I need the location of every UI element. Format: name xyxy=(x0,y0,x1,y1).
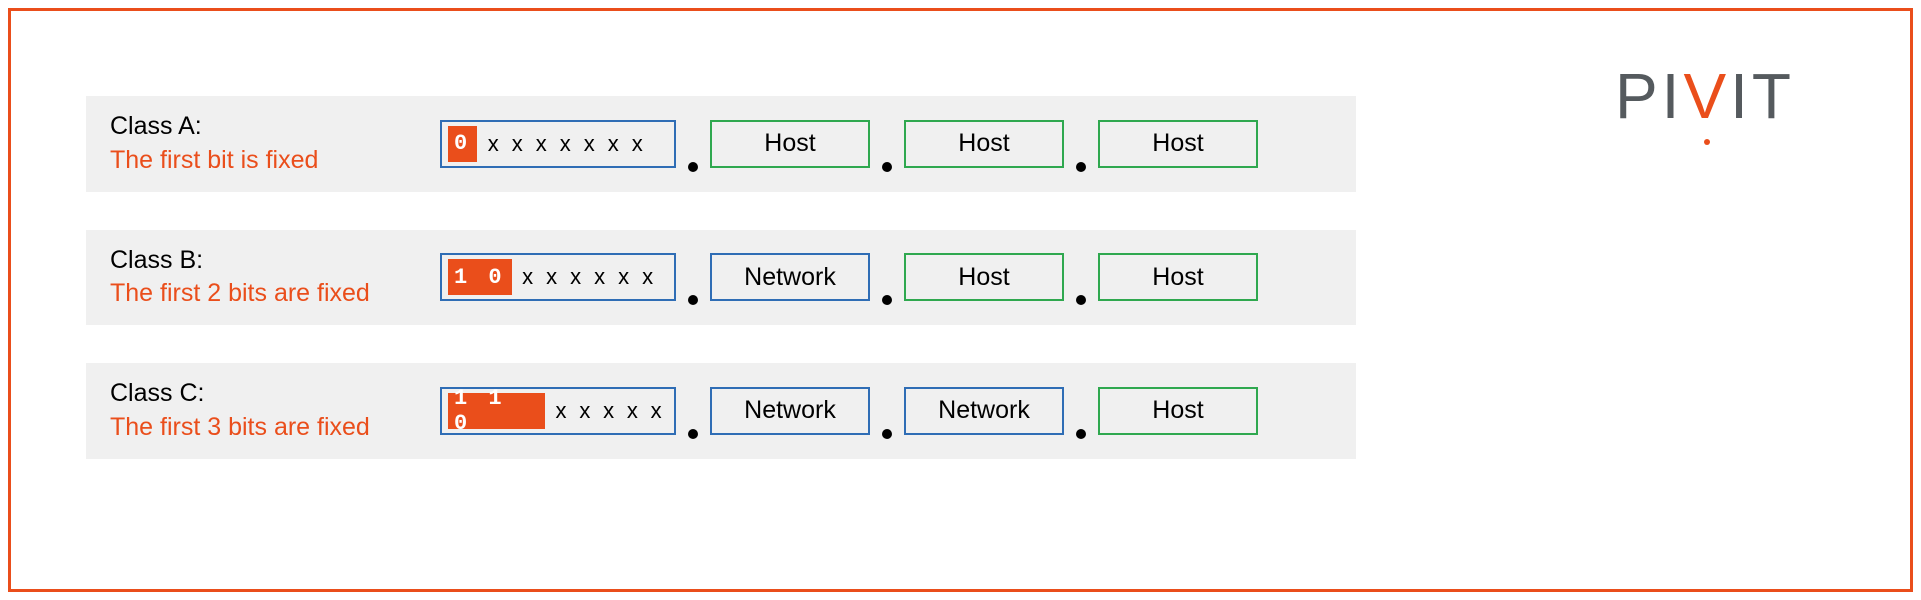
class-rows: Class A: The first bit is fixed 0 x x x … xyxy=(86,96,1356,459)
pivit-logo: PIVIT xyxy=(1615,59,1795,133)
class-row-b: Class B: The first 2 bits are fixed 1 0 … xyxy=(86,230,1356,326)
class-label: Class A: The first bit is fixed xyxy=(110,110,436,178)
free-bit: x xyxy=(636,264,660,290)
class-label: Class C: The first 3 bits are fixed xyxy=(110,377,436,445)
first-octet: 1 0 x x x x x x xyxy=(440,253,676,301)
octet-box-host: Host xyxy=(710,120,870,168)
dot-separator xyxy=(688,429,698,439)
octet-area: 0 x x x x x x x Host Host Host xyxy=(436,120,1262,168)
class-label: Class B: The first 2 bits are fixed xyxy=(110,244,436,312)
free-bit: x xyxy=(529,131,553,157)
free-bit: x xyxy=(573,398,597,424)
class-subtitle: The first 3 bits are fixed xyxy=(110,411,436,445)
dot-separator xyxy=(1076,429,1086,439)
octet-box-network: Network xyxy=(710,253,870,301)
dot-separator xyxy=(688,162,698,172)
class-row-c: Class C: The first 3 bits are fixed 1 1 … xyxy=(86,363,1356,459)
free-bit: x xyxy=(481,131,505,157)
octet-box-network: Network xyxy=(904,387,1064,435)
free-bit: x xyxy=(620,398,644,424)
dot-separator xyxy=(882,162,892,172)
diagram-frame: PIVIT Class A: The first bit is fixed 0 … xyxy=(8,8,1913,592)
fixed-bits: 0 xyxy=(448,126,477,162)
free-bit: x xyxy=(601,131,625,157)
class-row-a: Class A: The first bit is fixed 0 x x x … xyxy=(86,96,1356,192)
dot-separator xyxy=(882,295,892,305)
octet-box-host: Host xyxy=(1098,120,1258,168)
class-subtitle: The first bit is fixed xyxy=(110,144,436,178)
free-bit: x xyxy=(549,398,573,424)
free-bit: x xyxy=(505,131,529,157)
octet-area: 1 1 0 x x x x x Network Network Host xyxy=(436,387,1262,435)
free-bit: x xyxy=(577,131,601,157)
octet-box-host: Host xyxy=(904,253,1064,301)
free-bit: x xyxy=(612,264,636,290)
class-title: Class A: xyxy=(110,110,436,144)
octet-box-network: Network xyxy=(710,387,870,435)
fixed-bits: 1 0 xyxy=(448,259,512,295)
free-bit: x xyxy=(588,264,612,290)
logo-part-2: IT xyxy=(1730,60,1795,132)
free-bit: x xyxy=(625,131,649,157)
dot-separator xyxy=(882,429,892,439)
class-subtitle: The first 2 bits are fixed xyxy=(110,277,436,311)
logo-part-1: PI xyxy=(1615,60,1683,132)
logo-v-accent: V xyxy=(1683,59,1730,133)
class-title: Class B: xyxy=(110,244,436,278)
free-bit: x xyxy=(553,131,577,157)
free-bit: x xyxy=(564,264,588,290)
free-bit: x xyxy=(540,264,564,290)
octet-box-host: Host xyxy=(904,120,1064,168)
dot-separator xyxy=(1076,162,1086,172)
dot-separator xyxy=(1076,295,1086,305)
octet-box-host: Host xyxy=(1098,253,1258,301)
free-bit: x xyxy=(516,264,540,290)
first-octet: 1 1 0 x x x x x xyxy=(440,387,676,435)
fixed-bits: 1 1 0 xyxy=(448,393,545,429)
class-title: Class C: xyxy=(110,377,436,411)
dot-separator xyxy=(688,295,698,305)
free-bit: x xyxy=(644,398,668,424)
octet-area: 1 0 x x x x x x Network Host Host xyxy=(436,253,1262,301)
free-bit: x xyxy=(597,398,621,424)
first-octet: 0 x x x x x x x xyxy=(440,120,676,168)
octet-box-host: Host xyxy=(1098,387,1258,435)
